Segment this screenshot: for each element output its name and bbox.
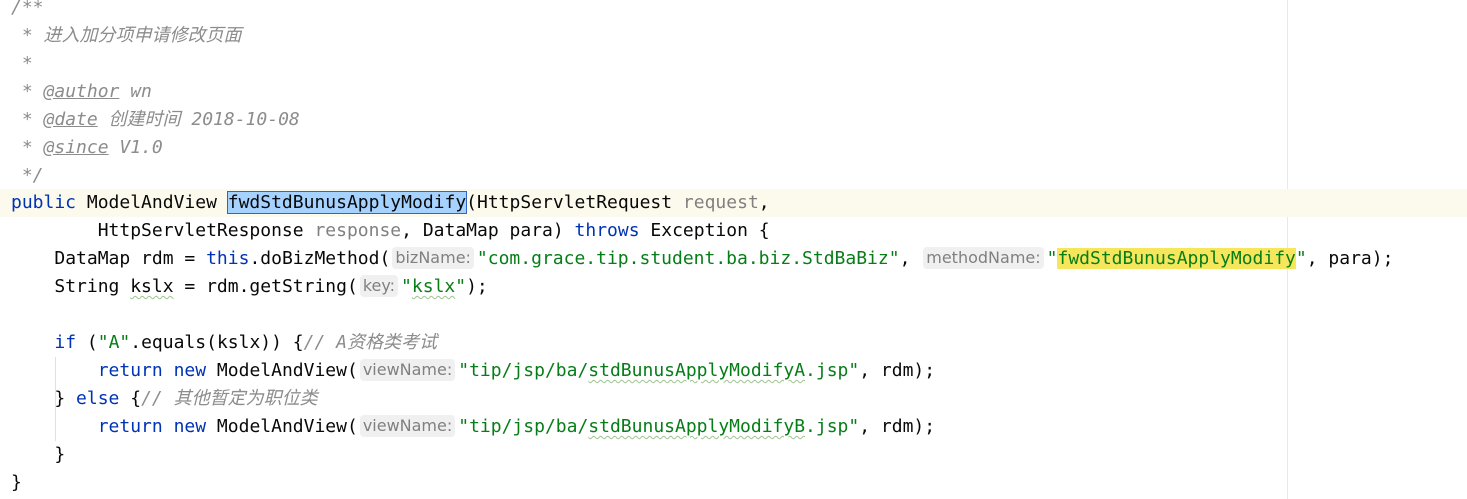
close-brace: }: [54, 388, 77, 409]
return-type: ModelAndView: [76, 192, 228, 213]
param-type-response: HttpServletResponse: [97, 220, 315, 241]
doc-comment-blank: *: [11, 53, 33, 74]
code-line[interactable]: */: [11, 162, 44, 190]
close-method-brace: }: [11, 472, 22, 493]
doc-star: *: [11, 81, 44, 102]
doc-comment-close: */: [11, 165, 44, 186]
string-a: "A": [97, 332, 131, 353]
call-tail: );: [466, 276, 488, 297]
code-line[interactable]: * 进入加分项申请修改页面: [11, 22, 242, 50]
string-path-prefix: "tip/jsp/ba/: [458, 360, 589, 381]
code-line[interactable]: /**: [11, 0, 44, 22]
call-tail: , rdm);: [859, 360, 936, 381]
code-line[interactable]: DataMap rdm = this.doBizMethod(bizName: "…: [11, 245, 1393, 273]
code-line[interactable]: *: [11, 50, 33, 78]
doc-star: *: [11, 109, 44, 130]
code-line[interactable]: * @date 创建时间 2018-10-08: [11, 106, 300, 134]
call-tail: , rdm);: [859, 416, 936, 437]
keyword-this: this: [206, 248, 250, 269]
javadoc-author-tag: @author: [43, 81, 120, 102]
string-quote: ": [455, 276, 467, 297]
string-path-prefix: "tip/jsp/ba/: [458, 416, 589, 437]
keyword-new: new: [173, 416, 207, 437]
params-rest: , DataMap para): [401, 220, 575, 241]
code-line[interactable]: return new ModelAndView(viewName: "tip/js…: [11, 413, 935, 441]
line-comment: // 其他暂定为职位类: [141, 388, 318, 409]
code-line[interactable]: HttpServletResponse response, DataMap pa…: [11, 217, 770, 245]
code-line[interactable]: } else {// 其他暂定为职位类: [11, 385, 318, 413]
inlay-hint-key: key:: [359, 275, 399, 297]
keyword-return: return: [97, 360, 163, 381]
javadoc-since-value: V1.0: [108, 137, 163, 158]
exception-type: Exception {: [639, 220, 770, 241]
javadoc-since-tag: @since: [43, 137, 109, 158]
string-view-b: stdBunusApplyModifyB: [588, 416, 806, 437]
variable-kslx: kslx: [130, 276, 174, 297]
close-if-brace: }: [11, 444, 66, 465]
string-view-a: stdBunusApplyModifyA: [588, 360, 806, 381]
keyword-throws: throws: [574, 220, 640, 241]
do-biz-method-call: .doBizMethod(: [249, 248, 391, 269]
code-line[interactable]: String kslx = rdm.getString(key: "kslx");: [11, 273, 488, 301]
get-string-call: = rdm.getString(: [173, 276, 358, 297]
method-name-selected[interactable]: fwdStdBunusApplyModify: [226, 191, 468, 214]
doc-star: *: [11, 137, 44, 158]
line-comment: // A资格类考试: [303, 332, 437, 353]
string-biz-class: "com.grace.tip.student.ba.biz.StdBaBiz": [476, 248, 900, 269]
string-type: String: [54, 276, 131, 297]
keyword-public: public: [11, 192, 77, 213]
call-tail: , para);: [1306, 248, 1394, 269]
string-kslx: kslx: [411, 276, 456, 297]
param-request: request: [682, 192, 759, 213]
open-brace: {: [119, 388, 142, 409]
string-path-suffix: .jsp": [805, 360, 860, 381]
inlay-hint-bizname: bizName:: [392, 247, 474, 269]
code-line[interactable]: return new ModelAndView(viewName: "tip/js…: [11, 357, 935, 385]
code-line[interactable]: if ("A".equals(kslx)) {// A资格类考试: [11, 329, 437, 357]
javadoc-date-value: 创建时间 2018-10-08: [97, 109, 300, 130]
constructor-call: ModelAndView(: [206, 416, 358, 437]
keyword-new: new: [173, 360, 207, 381]
keyword-else: else: [76, 388, 120, 409]
keyword-return: return: [97, 416, 163, 437]
string-method-name-highlighted[interactable]: fwdStdBunusApplyModify: [1057, 248, 1296, 269]
constructor-call: ModelAndView(: [206, 360, 358, 381]
param-type-request: (HttpServletRequest: [466, 192, 683, 213]
inlay-hint-methodname: methodName:: [923, 247, 1044, 269]
javadoc-date-tag: @date: [43, 109, 98, 130]
comma: ,: [758, 192, 770, 213]
code-line[interactable]: }: [11, 469, 22, 497]
doc-comment-title: * 进入加分项申请修改页面: [11, 25, 242, 46]
string-path-suffix: .jsp": [805, 416, 860, 437]
param-response: response: [314, 220, 402, 241]
code-editor[interactable]: /** * 进入加分项申请修改页面 * * @author wn * @date…: [0, 0, 1467, 499]
string-quote: ": [1295, 248, 1307, 269]
string-quote: ": [1046, 248, 1058, 269]
rdm-declaration: DataMap rdm =: [54, 248, 207, 269]
string-quote: ": [401, 276, 412, 297]
inlay-hint-viewname: viewName:: [359, 359, 456, 381]
inlay-hint-viewname: viewName:: [359, 415, 456, 437]
code-line[interactable]: }: [11, 441, 65, 469]
doc-comment-open: /**: [11, 0, 44, 18]
keyword-if: if: [54, 332, 77, 353]
comma: ,: [899, 248, 922, 269]
code-line-signature[interactable]: public ModelAndView fwdStdBunusApplyModi…: [11, 189, 770, 217]
code-line[interactable]: * @since V1.0: [11, 134, 163, 162]
equals-call: .equals(kslx)) {: [130, 332, 304, 353]
javadoc-author-value: wn: [119, 81, 152, 102]
paren: (: [76, 332, 98, 353]
code-line[interactable]: * @author wn: [11, 78, 152, 106]
